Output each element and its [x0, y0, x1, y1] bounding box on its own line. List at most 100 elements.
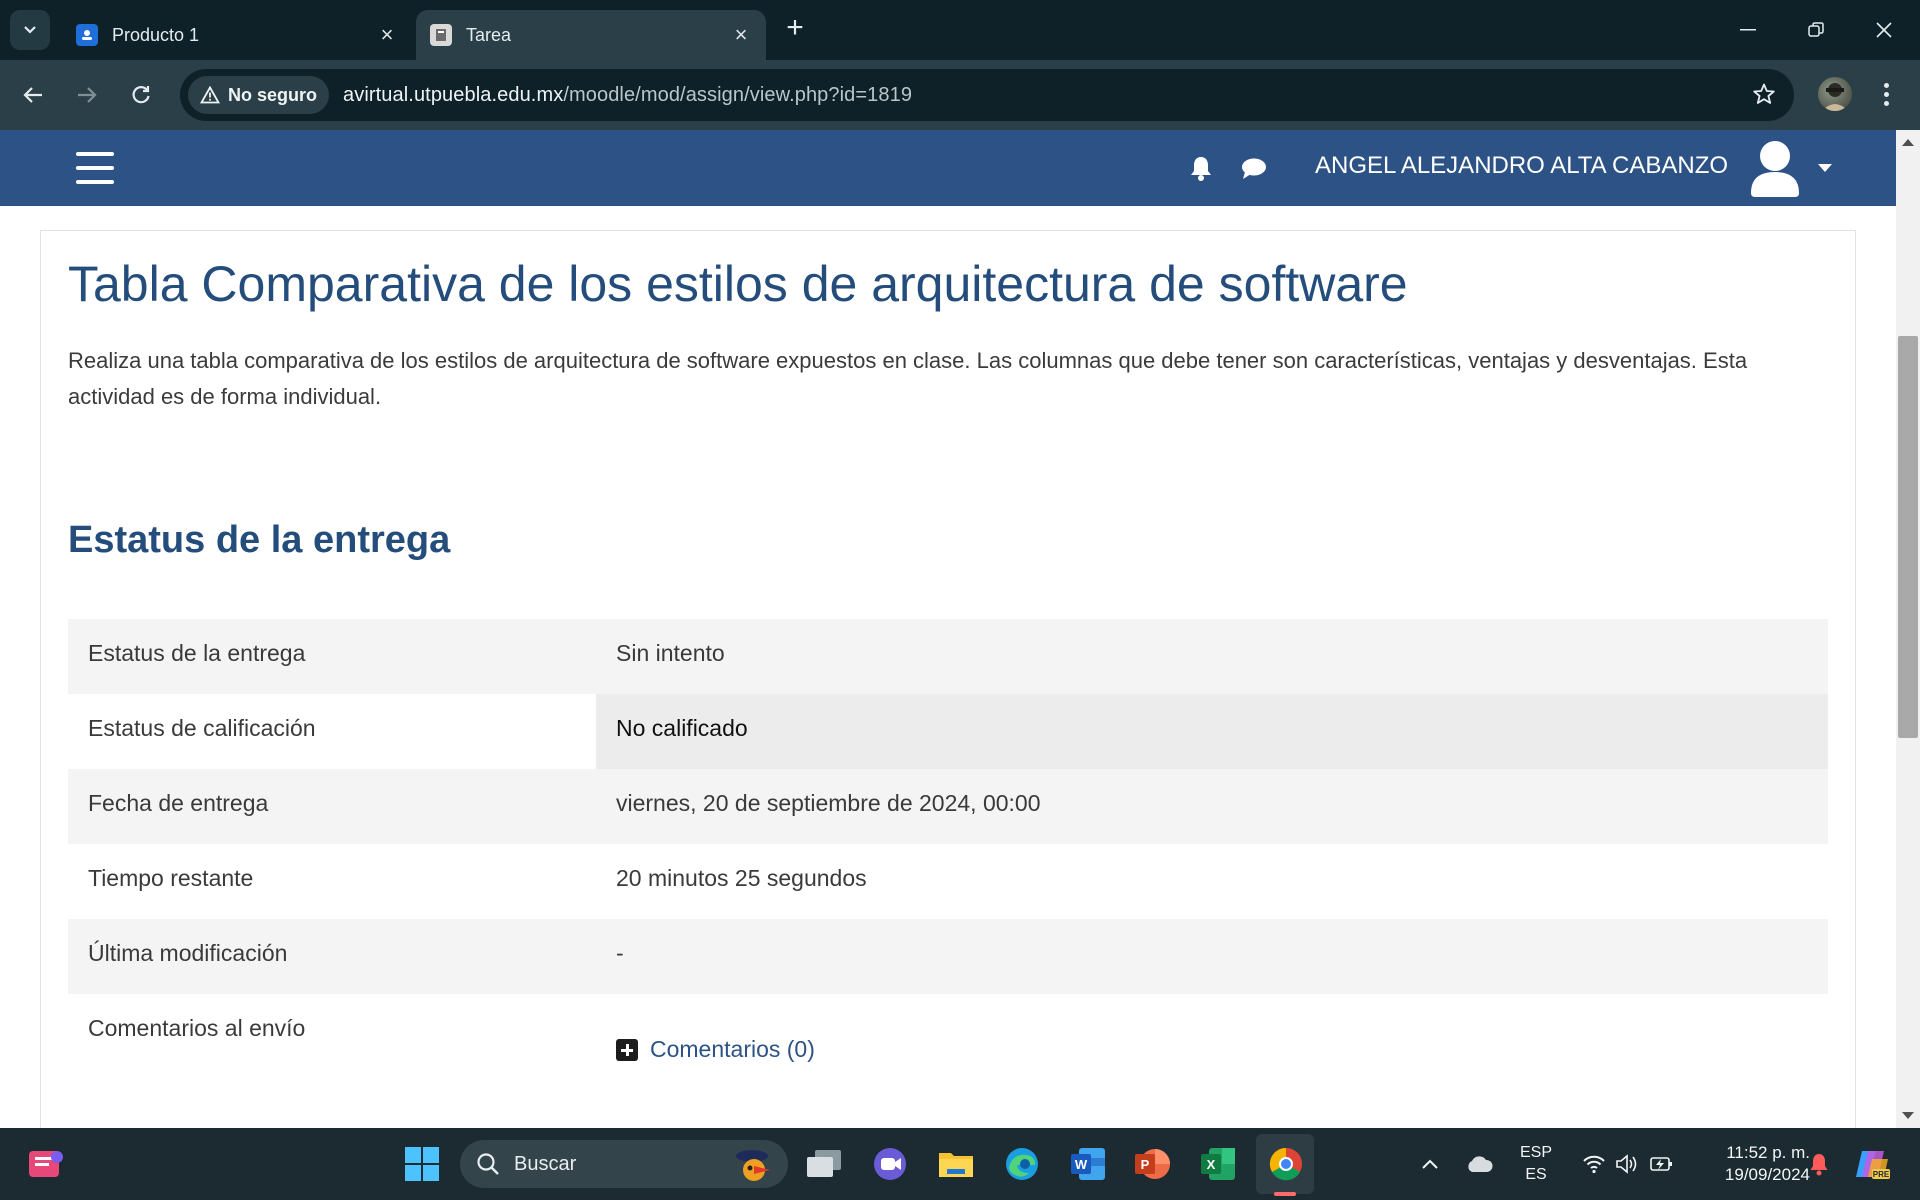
plus-square-icon: [616, 1038, 638, 1061]
chrome-icon[interactable]: [1262, 1140, 1310, 1188]
arrow-left-icon: [23, 87, 42, 103]
tab-tarea[interactable]: Tarea ×: [416, 10, 766, 60]
reload-button[interactable]: [124, 78, 158, 112]
url-text[interactable]: avirtual.utpuebla.edu.mx/moodle/mod/assi…: [343, 84, 912, 107]
battery-charging-icon[interactable]: [1646, 1128, 1678, 1200]
tab-title: Tarea: [466, 24, 512, 45]
search-icon: [477, 1153, 499, 1175]
windows-start-icon[interactable]: [398, 1140, 446, 1188]
browser-tab-bar: Producto 1 × Tarea × +: [0, 0, 1920, 60]
user-menu-caret-icon[interactable]: [1818, 164, 1832, 172]
row-label: Comentarios al envío: [88, 1015, 306, 1041]
row-label: Estatus de la entrega: [88, 640, 306, 666]
forward-button[interactable]: [70, 78, 104, 112]
bell-icon[interactable]: [1188, 154, 1214, 187]
url-host: avirtual.utpuebla.edu.mx: [343, 83, 564, 106]
scrollbar-thumb[interactable]: [1898, 336, 1918, 738]
row-value: viernes, 20 de septiembre de 2024, 00:00: [616, 790, 1041, 816]
scroll-down-icon[interactable]: [1902, 1112, 1914, 1119]
row-value: 20 minutos 25 segundos: [616, 865, 867, 891]
clock-time: 11:52 p. m.: [1726, 1143, 1810, 1162]
page-title: Tabla Comparativa de los estilos de arqu…: [68, 256, 1408, 312]
tab-producto-1[interactable]: Producto 1 ×: [62, 10, 412, 60]
restore-button[interactable]: [1782, 0, 1850, 60]
file-explorer-icon[interactable]: [932, 1140, 980, 1188]
word-icon[interactable]: W: [1064, 1140, 1112, 1188]
restore-icon: [1808, 22, 1824, 37]
search-placeholder: Buscar: [514, 1152, 577, 1175]
task-view-icon[interactable]: [800, 1140, 848, 1188]
submission-status-heading: Estatus de la entrega: [68, 519, 451, 561]
browser-toolbar: No seguro avirtual.utpuebla.edu.mx/moodl…: [0, 60, 1920, 130]
tab-title: Producto 1: [112, 24, 200, 45]
row-value: No calificado: [596, 694, 1828, 769]
profile-avatar[interactable]: [1818, 77, 1852, 111]
close-icon: [1876, 22, 1892, 38]
excel-icon[interactable]: X: [1194, 1140, 1242, 1188]
security-chip[interactable]: No seguro: [188, 76, 330, 114]
back-button[interactable]: [16, 78, 50, 112]
scroll-up-icon[interactable]: [1902, 139, 1914, 146]
tab-search-button[interactable]: [10, 10, 50, 50]
page-scrollbar[interactable]: [1896, 130, 1920, 1128]
browser-menu-button[interactable]: [1874, 77, 1898, 111]
bookmark-star-icon[interactable]: [1752, 82, 1776, 111]
row-label: Última modificación: [88, 940, 288, 966]
language-code: ESP: [1519, 1144, 1552, 1161]
minimize-button[interactable]: [1714, 0, 1782, 60]
comments-link[interactable]: Comentarios (0): [616, 1036, 1828, 1063]
google-classroom-icon: [76, 24, 98, 46]
row-value: -: [616, 940, 624, 966]
page-viewport: ANGEL ALEJANDRO ALTA CABANZO Tabla Compa…: [0, 130, 1896, 1128]
system-clock[interactable]: 11:52 p. m. 19/09/2024: [1690, 1142, 1810, 1186]
row-label: Fecha de entrega: [88, 790, 269, 816]
close-icon[interactable]: ×: [376, 22, 398, 47]
search-highlight-icon: [736, 1150, 770, 1181]
table-row: Última modificación -: [68, 919, 1828, 994]
svg-text:W: W: [1075, 1157, 1088, 1172]
teams-icon[interactable]: [866, 1140, 914, 1188]
table-row: Estatus de la entrega Sin intento: [68, 619, 1828, 694]
edge-icon[interactable]: [998, 1140, 1046, 1188]
row-value: Sin intento: [616, 640, 725, 666]
moodle-navbar: ANGEL ALEJANDRO ALTA CABANZO: [0, 130, 1896, 206]
table-row: Comentarios al envío Comentarios (0): [68, 994, 1828, 1114]
table-row: Estatus de calificación No calificado: [68, 694, 1828, 769]
onedrive-cloud-icon[interactable]: [1462, 1128, 1496, 1200]
new-tab-button[interactable]: +: [780, 13, 810, 44]
notification-bell-icon[interactable]: [1804, 1128, 1834, 1200]
copilot-icon[interactable]: PRE: [1852, 1128, 1892, 1200]
assignment-card: Tabla Comparativa de los estilos de arqu…: [40, 230, 1856, 1128]
minimize-icon: [1740, 29, 1756, 31]
svg-text:P: P: [1141, 1157, 1150, 1172]
svg-text:PRE: PRE: [1873, 1170, 1890, 1179]
windows-taskbar: Buscar W P X ESP ES 11:52 p. m. 19/09/20…: [0, 1128, 1920, 1200]
comments-link-label: Comentarios (0): [650, 1036, 815, 1062]
taskbar-search-input[interactable]: Buscar: [460, 1140, 788, 1188]
chat-bubble-icon[interactable]: [1240, 156, 1268, 185]
news-widget-icon[interactable]: [22, 1140, 70, 1188]
active-app-indicator: [1274, 1192, 1296, 1196]
volume-icon[interactable]: [1612, 1128, 1642, 1200]
clock-date: 19/09/2024: [1724, 1165, 1810, 1184]
svg-text:X: X: [1207, 1157, 1216, 1172]
row-label: Tiempo restante: [88, 865, 254, 891]
row-value: Comentarios (0): [596, 994, 1828, 1114]
row-label: Estatus de calificación: [88, 715, 316, 741]
wifi-icon[interactable]: [1578, 1128, 1610, 1200]
chevron-up-icon[interactable]: [1416, 1128, 1444, 1200]
security-label: No seguro: [228, 84, 318, 105]
user-name[interactable]: ANGEL ALEJANDRO ALTA CABANZO: [1315, 152, 1728, 180]
language-indicator[interactable]: ESP ES: [1500, 1142, 1572, 1186]
close-icon[interactable]: ×: [730, 22, 752, 47]
powerpoint-icon[interactable]: P: [1128, 1140, 1176, 1188]
table-row: Fecha de entrega viernes, 20 de septiemb…: [68, 769, 1828, 844]
chevron-down-icon: [24, 26, 36, 34]
reload-icon: [132, 86, 150, 104]
address-bar[interactable]: No seguro avirtual.utpuebla.edu.mx/moodl…: [180, 69, 1794, 121]
keyboard-code: ES: [1525, 1166, 1547, 1183]
user-avatar-icon[interactable]: [1748, 139, 1802, 197]
close-window-button[interactable]: [1850, 0, 1918, 60]
url-path: /moodle/mod/assign/view.php?id=1819: [563, 83, 913, 106]
hamburger-menu-icon[interactable]: [76, 152, 114, 184]
